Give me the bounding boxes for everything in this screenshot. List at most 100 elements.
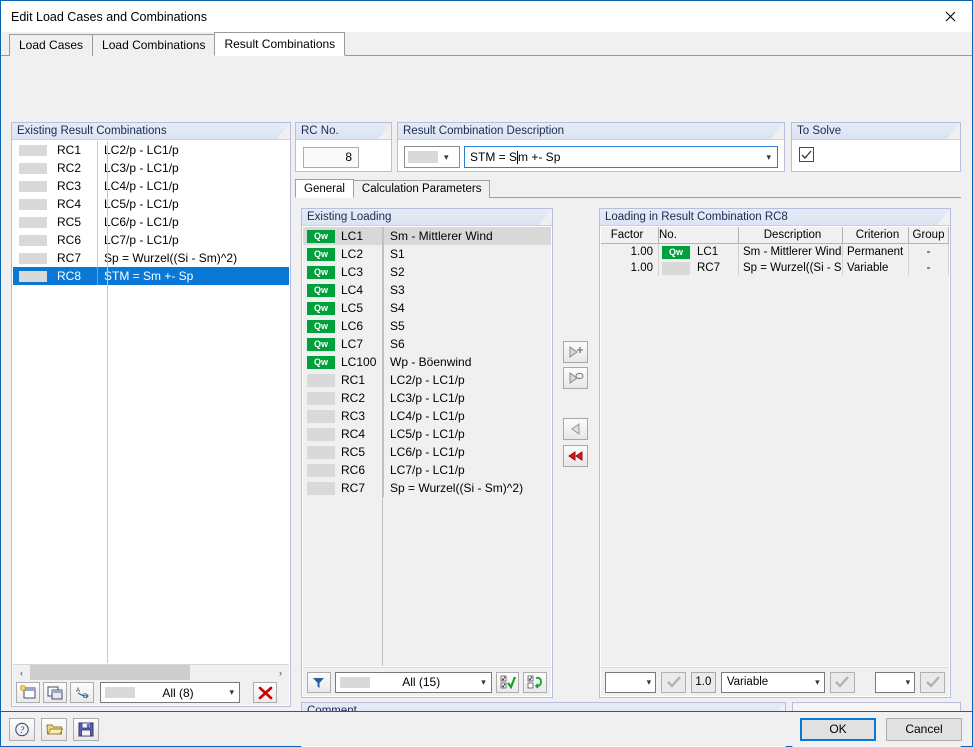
result-combination-row[interactable]: RC6 LC7/p - LC1/p [13,231,289,249]
tab-result-combinations[interactable]: Result Combinations [214,32,346,56]
loading-number: RC4 [341,427,366,441]
loading-list-item[interactable]: Qw LC1 Sm - Mittlerer Wind [303,227,551,245]
loading-list-item[interactable]: RC2 LC3/p - LC1/p [303,389,551,407]
result-combination-row[interactable]: RC1 LC2/p - LC1/p [13,141,289,159]
operator-confirm-button[interactable] [661,671,686,693]
color-swatch [19,270,47,282]
group-combo[interactable]: ▾ [874,671,916,693]
remove-all-button[interactable] [563,445,588,467]
loading-list-item[interactable]: RC4 LC5/p - LC1/p [303,425,551,443]
copy-combination-icon[interactable] [43,682,67,703]
dialog-footer: ? OK Cancel [1,711,972,746]
loading-list-item[interactable]: Qw LC100 Wp - Böenwind [303,353,551,371]
loading-list-item[interactable]: Qw LC5 S4 [303,299,551,317]
color-swatch [19,144,47,156]
chevron-down-icon[interactable]: ▾ [766,147,771,167]
loading-description: S6 [383,335,551,353]
scroll-right-arrow[interactable]: › [272,664,289,682]
existing-loading-list[interactable]: Qw LC1 Sm - Mittlerer Wind Qw LC2 S1 Qw LC3 S2 Qw… [303,227,551,666]
panel-title: Existing Loading [307,211,392,223]
loading-list-item[interactable]: RC1 LC2/p - LC1/p [303,371,551,389]
add-to-combination-button[interactable] [563,341,588,363]
scrollbar-thumb[interactable] [30,664,190,682]
panel-fold-corner [538,209,552,225]
footer-dialog-buttons: OK Cancel [800,717,962,741]
tab-general[interactable]: General [295,179,354,198]
new-combination-icon[interactable] [16,682,40,703]
table-header-row: Factor No. Description Criterion Group [601,227,949,244]
result-combination-row[interactable]: RC7 Sp = Wurzel((Si - Sm)^2) [13,249,289,267]
delete-red-x-icon[interactable] [253,682,277,703]
criterion-combo[interactable]: Variable ▾ [720,671,825,693]
open-folder-icon[interactable] [41,717,67,741]
chevron-down-icon[interactable]: ▾ [444,152,449,163]
loading-list-item[interactable]: RC3 LC4/p - LC1/p [303,407,551,425]
table-row[interactable]: 1.00 RC7 Sp = Wurzel((Si - S Variable - [601,260,949,276]
loading-list-item[interactable]: Qw LC4 S3 [303,281,551,299]
tab-load-combinations[interactable]: Load Combinations [92,34,216,56]
add-with-reference-button[interactable] [563,367,588,389]
save-floppy-icon[interactable] [73,717,99,741]
loading-list-item[interactable]: Qw LC2 S1 [303,245,551,263]
check-icon [666,676,681,688]
result-combination-row[interactable]: RC8 STM = Sm +- Sp [13,267,289,285]
existing-loading-panel: Existing Loading Qw LC1 Sm - Mittlerer Win… [301,208,553,698]
rc-number-header: RC No. [296,123,391,140]
remove-from-combination-button[interactable] [563,418,588,440]
rc-loading-table[interactable]: Factor No. Description Criterion Group 1.00 Q… [601,227,949,666]
funnel-filter-icon[interactable] [307,671,331,693]
cancel-button[interactable]: Cancel [886,717,962,741]
rc-number-field[interactable]: 8 [303,147,359,168]
load-type-badge: Qw [307,229,335,243]
group-confirm-button[interactable] [920,671,945,693]
horizontal-scrollbar[interactable]: ‹ › [13,664,289,682]
row-group: - [909,244,949,260]
result-combination-row[interactable]: RC3 LC4/p - LC1/p [13,177,289,195]
loading-list-item[interactable]: RC5 LC6/p - LC1/p [303,443,551,461]
chevron-down-icon[interactable]: ▾ [229,683,234,702]
result-combinations-list[interactable]: RC1 LC2/p - LC1/p RC2 LC3/p - LC1/p RC3 LC4/p… [13,141,289,663]
arrow-left-icon[interactable] [563,418,588,440]
chevron-down-icon[interactable]: ▾ [647,673,652,692]
loading-list-item[interactable]: Qw LC7 S6 [303,335,551,353]
rc-description-input[interactable]: STM = Sm +- Sp ▾ [464,146,778,168]
loading-list-item[interactable]: RC7 Sp = Wurzel((Si - Sm)^2) [303,479,551,497]
result-combination-description: STM = Sm +- Sp [97,267,289,285]
table-row[interactable]: 1.00 Qw LC1 Sm - Mittlerer Wind Permanent - [601,244,949,260]
rc-loading-panel: Loading in Result Combination RC8 Factor… [599,208,951,698]
chevron-down-icon[interactable]: ▾ [906,673,911,692]
factor-field[interactable]: 1.0 [691,671,716,693]
result-combination-row[interactable]: RC4 LC5/p - LC1/p [13,195,289,213]
arrow-right-link-icon[interactable] [563,367,588,389]
loading-list-item[interactable]: Qw LC3 S2 [303,263,551,281]
loading-list-item[interactable]: Qw LC6 S5 [303,317,551,335]
check-icon [835,676,849,688]
operator-combo[interactable]: ▾ [605,671,657,693]
to-solve-checkbox[interactable] [799,147,814,162]
rc-color-combo[interactable]: ▾ [404,146,460,168]
criterion-confirm-button[interactable] [829,671,855,693]
loading-filter-combo[interactable]: All (15) ▾ [334,671,492,693]
chevron-down-icon[interactable]: ▾ [815,673,820,692]
close-icon[interactable] [929,1,972,31]
loading-description: Sm - Mittlerer Wind [383,227,551,245]
loading-number: LC2 [341,247,364,261]
rc-filter-combo[interactable]: All (8) ▾ [100,682,240,703]
help-question-icon[interactable]: ? [9,717,35,741]
select-all-check-icon[interactable] [495,671,520,693]
result-combination-row[interactable]: RC2 LC3/p - LC1/p [13,159,289,177]
double-arrow-left-red-icon[interactable] [563,445,588,467]
loading-list-item[interactable]: RC6 LC7/p - LC1/p [303,461,551,479]
ok-button[interactable]: OK [800,717,876,741]
result-combination-row[interactable]: RC5 LC6/p - LC1/p [13,213,289,231]
tab-load-cases[interactable]: Load Cases [9,34,94,56]
renumber-icon[interactable]: A B [70,682,94,703]
invert-selection-icon[interactable] [523,671,547,693]
chevron-down-icon[interactable]: ▾ [481,673,486,692]
arrow-right-plus-icon[interactable] [563,341,588,363]
scrollbar-track[interactable] [30,664,272,682]
table-body[interactable]: 1.00 Qw LC1 Sm - Mittlerer Wind Permanent -1.… [601,244,949,276]
tab-calculation-parameters[interactable]: Calculation Parameters [352,180,491,198]
check-icon [925,676,940,688]
scroll-left-arrow[interactable]: ‹ [13,664,30,682]
